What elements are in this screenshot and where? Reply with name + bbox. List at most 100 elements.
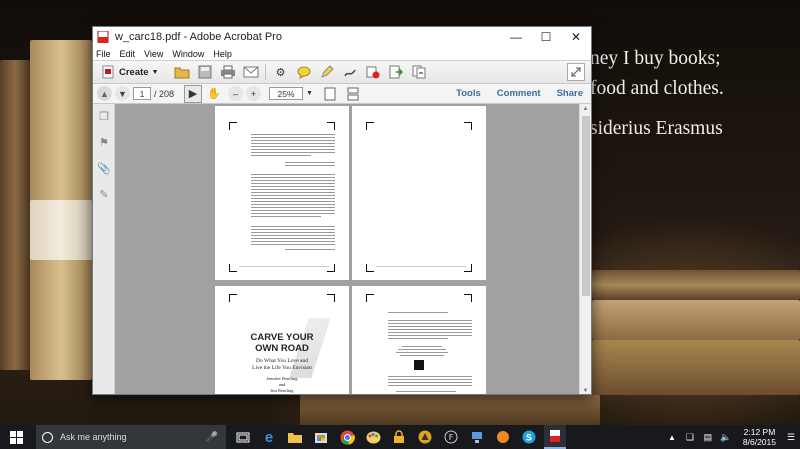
svg-text:F: F [449, 433, 454, 442]
triangle-app-icon[interactable] [414, 425, 436, 449]
system-tray: ▲ ❑ ▤ 🔈 2:12 PM 8/6/2015 ☰ [665, 425, 800, 449]
menu-file[interactable]: File [96, 49, 111, 59]
vertical-scrollbar[interactable]: ▲ ▼ [579, 104, 591, 394]
menu-window[interactable]: Window [172, 49, 204, 59]
chrome-browser-icon[interactable] [336, 425, 358, 449]
book-image [592, 340, 800, 395]
dropbox-icon[interactable]: ❑ [683, 425, 697, 449]
maximize-button[interactable]: ☐ [531, 27, 561, 47]
skype-icon[interactable]: S [518, 425, 540, 449]
page-thumbnails-icon[interactable]: ❐ [97, 110, 111, 124]
fit-page-icon[interactable] [321, 85, 339, 103]
page-total: / 208 [154, 88, 175, 99]
chevron-down-icon[interactable]: ▼ [306, 90, 313, 97]
clock-time: 2:12 PM [743, 427, 776, 437]
comment-bubble-icon[interactable] [295, 63, 313, 81]
quote-line: ney I buy books; [590, 48, 721, 69]
book-image [592, 300, 800, 340]
select-cursor-icon[interactable]: ▶ [184, 84, 203, 103]
scroll-up-arrow[interactable]: ▲ [580, 106, 591, 112]
zoom-level-select[interactable]: 25% [269, 87, 304, 100]
publisher-logo [414, 360, 424, 370]
minimize-button[interactable]: — [501, 27, 531, 47]
create-label: Create [119, 66, 149, 78]
taskbar: Ask me anything 🎤 e F S ▲ ❑ ▤ 🔈 2:12 PM … [0, 425, 800, 449]
scroll-down-arrow[interactable]: ▼ [580, 388, 591, 394]
document-view[interactable]: CARVE YOUR OWN ROAD Do What You Love and L… [115, 104, 581, 394]
save-icon[interactable] [196, 63, 214, 81]
print-icon[interactable] [219, 63, 237, 81]
cortana-search-box[interactable]: Ask me anything 🎤 [36, 425, 226, 449]
store-icon[interactable] [310, 425, 332, 449]
signatures-icon[interactable]: ✎ [97, 188, 111, 202]
open-folder-icon[interactable] [173, 63, 191, 81]
network-icon[interactable]: ▤ [701, 425, 715, 449]
book-image [30, 200, 92, 260]
scroll-mode-icon[interactable] [344, 85, 362, 103]
zoom-in-button[interactable]: + [246, 86, 262, 101]
search-placeholder: Ask me anything [60, 432, 127, 442]
quote-line: food and clothes. [590, 78, 724, 99]
cortana-circle-icon [42, 431, 53, 443]
menu-view[interactable]: View [144, 49, 163, 59]
menu-edit[interactable]: Edit [120, 49, 136, 59]
combine-files-icon[interactable] [410, 63, 428, 81]
page-navigation-toolbar: ▲ ▼ 1 / 208 ▶ ✋ – + 25% ▼ Tools Comment … [93, 84, 591, 104]
attachments-paperclip-icon[interactable]: 📎 [97, 162, 111, 176]
orange-app-icon[interactable] [492, 425, 514, 449]
clock-date: 8/6/2015 [742, 437, 776, 447]
navigation-pane: ❐ ⚑ 📎 ✎ [93, 104, 115, 394]
file-explorer-icon[interactable] [284, 425, 306, 449]
acrobat-pdf-icon[interactable] [544, 425, 566, 449]
page-number-input[interactable]: 1 [133, 87, 151, 100]
edge-browser-icon[interactable]: e [258, 425, 280, 449]
export-pdf-icon[interactable] [387, 63, 405, 81]
book-subtitle: Do What You Love and Live the Life You En… [252, 358, 312, 371]
settings-gear-icon[interactable]: ⚙ [272, 63, 290, 81]
start-windows-icon[interactable] [0, 425, 32, 449]
sign-icon[interactable] [341, 63, 359, 81]
main-toolbar: Create ▼ ⚙ [93, 60, 591, 84]
network-device-icon[interactable] [466, 425, 488, 449]
book-image [300, 395, 600, 425]
next-page-button[interactable]: ▼ [115, 86, 130, 101]
chevron-down-icon: ▼ [151, 68, 159, 76]
scroll-thumb[interactable] [581, 116, 590, 296]
highlight-pen-icon[interactable] [318, 63, 336, 81]
clock[interactable]: 2:12 PM 8/6/2015 [743, 427, 776, 447]
pdf-page [352, 286, 486, 394]
close-button[interactable]: ✕ [561, 27, 591, 47]
title-bar[interactable]: w_carc18.pdf - Adobe Acrobat Pro — ☐ ✕ [93, 27, 591, 47]
comment-link[interactable]: Comment [497, 88, 541, 99]
tools-link[interactable]: Tools [456, 88, 481, 99]
quote-line: siderius Erasmus [590, 118, 723, 139]
f-app-icon[interactable]: F [440, 425, 462, 449]
share-link[interactable]: Share [557, 88, 583, 99]
window-title: w_carc18.pdf - Adobe Acrobat Pro [115, 31, 282, 43]
book-title: CARVE YOUR OWN ROAD [250, 332, 314, 354]
previous-page-button[interactable]: ▲ [97, 86, 112, 101]
expand-icon[interactable] [567, 63, 585, 81]
lock-app-icon[interactable] [388, 425, 410, 449]
menu-help[interactable]: Help [213, 49, 232, 59]
show-hidden-icons-chevron-icon[interactable]: ▲ [665, 425, 679, 449]
microphone-icon[interactable]: 🎤 [206, 432, 218, 443]
notifications-icon[interactable]: ☰ [784, 425, 798, 449]
pdf-page [352, 106, 486, 280]
email-icon[interactable] [242, 63, 260, 81]
task-view-icon[interactable] [232, 425, 254, 449]
paint-palette-icon[interactable] [362, 425, 384, 449]
pdf-page [215, 106, 349, 280]
acrobat-window: w_carc18.pdf - Adobe Acrobat Pro — ☐ ✕ F… [92, 26, 592, 395]
hand-tool-icon[interactable]: ✋ [205, 85, 223, 103]
book-image [592, 270, 800, 300]
svg-text:S: S [526, 434, 532, 444]
redact-icon[interactable] [364, 63, 382, 81]
pdf-page-title: CARVE YOUR OWN ROAD Do What You Love and L… [215, 286, 349, 394]
bookmarks-icon[interactable]: ⚑ [97, 136, 111, 150]
book-image [0, 60, 30, 370]
create-button[interactable]: Create ▼ [97, 63, 163, 81]
zoom-out-button[interactable]: – [228, 86, 244, 101]
book-authors: Jennifer Remling and Jim Remling [266, 376, 298, 393]
volume-icon[interactable]: 🔈 [719, 425, 733, 449]
